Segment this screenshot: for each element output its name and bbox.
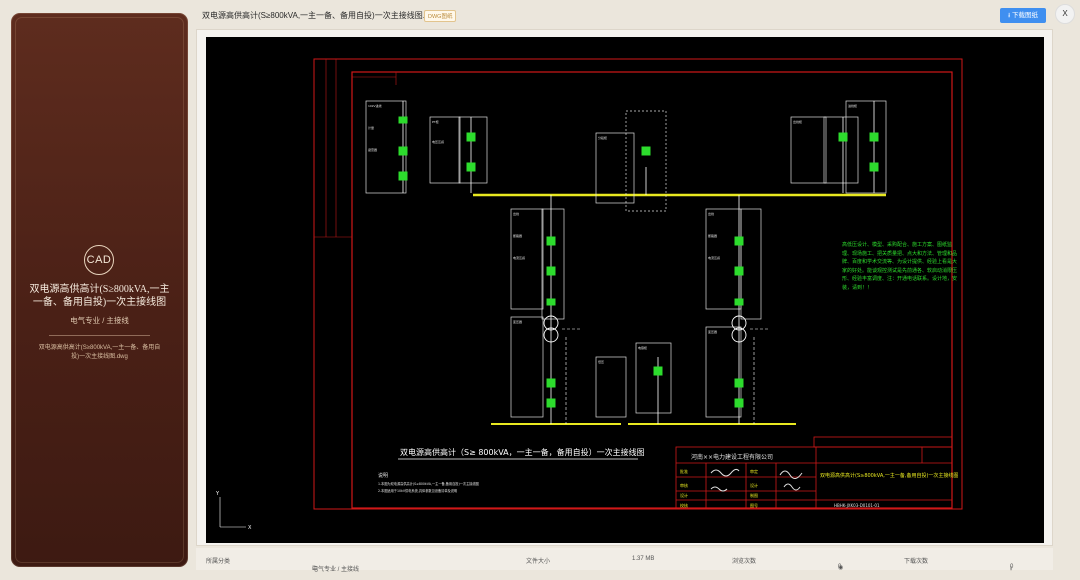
svg-text:电容柜: 电容柜 <box>638 345 647 350</box>
svg-text:分段柜: 分段柜 <box>598 135 607 140</box>
svg-text:断路器: 断路器 <box>513 233 522 238</box>
drawing-svg: 10kV进线计量避雷器 PT柜电压互感 分段柜出线柜进线柜 出线断路器电流互感 … <box>215 58 963 531</box>
company-name: 河南××电力建设工程有限公司 <box>691 453 773 461</box>
svg-text:电流互感: 电流互感 <box>513 255 525 260</box>
sidebar-filename: 双电源高供高计(S≥800kVA,一主一备、备用自投)一次主接线图.dwg <box>38 345 161 360</box>
svg-text:审定: 审定 <box>750 468 758 474</box>
format-badge: DWG图纸 <box>424 10 457 22</box>
file-status-bar: 所属分类 🗀 电气专业 / 主接线 文件大小 1.37 MB 浏览次数 ◉ 0 … <box>196 548 1053 573</box>
drawing-viewer: 10kV进线 计量 避雷器 PT柜 电压互感 分段柜 出线柜 进线柜 出线 断路器 电流互感 … <box>196 29 1053 546</box>
downloads-label: 下载次数 <box>904 559 929 565</box>
size-value: 1.37 MB <box>632 556 655 562</box>
green-notes-text: 高低压设计、模型、采购配合、施工方案、图纸监理、现场施工、把关质量把、点大和方法… <box>842 242 958 291</box>
switchgear-cabinets <box>365 100 887 418</box>
close-button[interactable]: X <box>1055 4 1075 24</box>
svg-text:变压器: 变压器 <box>513 319 522 324</box>
binding-strip <box>314 59 397 238</box>
drawing-name: 双电源高供高计(S≥800kVA,一主一备,备用自投)一次主接线图 <box>820 472 958 479</box>
share-label: 所属分类 <box>206 559 231 565</box>
notes-heading: 说明 <box>378 472 388 479</box>
svg-text:1.本图为双电源高供高计(S≥800kVA,一主一备,备用自: 1.本图为双电源高供高计(S≥800kVA,一主一备,备用自投)一次主接线图 <box>378 481 479 486</box>
drawing-number: HBHK-JXK03-D0101-01 <box>834 503 880 508</box>
svg-text:PT柜: PT柜 <box>432 119 439 124</box>
cabinet-labels: 10kV进线计量避雷器 PT柜电压互感 分段柜出线柜进线柜 出线断路器电流互感 … <box>368 103 857 364</box>
sidebar-file-title: 双电源高供高计(S≥800kVA,一主一备、备用自投)一次主接线图 <box>29 284 170 308</box>
status-category-text: 电气专业 / 主接线 <box>312 567 360 573</box>
viewer-header: 双电源高供高计(S≥800kVA,一主一备、备用自投)一次主接线图.dwg DW… <box>196 0 1080 30</box>
svg-text:低压: 低压 <box>598 359 604 364</box>
green-notes-block: 高低压设计、模型、采购配合、施工方案、图纸监理、现场施工、把关质量把、点大和方法… <box>842 242 958 291</box>
svg-text:出线: 出线 <box>708 211 714 216</box>
cad-canvas[interactable]: 10kV进线 计量 避雷器 PT柜 电压互感 分段柜 出线柜 进线柜 出线 断路器 电流互感 … <box>206 37 1044 543</box>
svg-text:设计: 设计 <box>750 482 758 488</box>
svg-text:电流互感: 电流互感 <box>708 255 720 260</box>
download-label: 下载图纸 <box>1012 12 1039 19</box>
sidebar-divider <box>49 335 150 336</box>
cad-file-icon: CAD <box>84 245 114 275</box>
download-button[interactable]: ⭳ 下载图纸 <box>1000 8 1046 23</box>
svg-text:变压器: 变压器 <box>708 329 717 334</box>
size-label: 文件大小 <box>526 559 551 565</box>
svg-text:10kV进线: 10kV进线 <box>368 103 382 108</box>
notes-lines: 1.本图为双电源高供高计(S≥800kVA,一主一备,备用自投)一次主接线图 2… <box>378 481 479 493</box>
document-title: 双电源高供高计(S≥800kVA,一主一备、备用自投)一次主接线图.dwg <box>202 11 440 20</box>
axis-x-label: X <box>248 525 252 531</box>
feeder-lines <box>402 101 875 424</box>
svg-text:避雷器: 避雷器 <box>368 147 377 152</box>
svg-text:断路器: 断路器 <box>708 233 717 238</box>
axis-y-label: Y <box>215 491 220 497</box>
svg-text:图号: 图号 <box>750 502 758 508</box>
svg-text:校核: 校核 <box>680 502 688 508</box>
svg-text:2.本图适用于10kV供电系统,具体参数见设备清单及说明: 2.本图适用于10kV供电系统,具体参数见设备清单及说明 <box>378 488 457 493</box>
svg-text:制图: 制图 <box>750 492 758 498</box>
downloads-count: 0 <box>1010 564 1014 570</box>
svg-text:进线柜: 进线柜 <box>848 103 857 108</box>
views-count: 0 <box>838 564 842 570</box>
svg-text:电压互感: 电压互感 <box>432 139 444 144</box>
ucs-axis-icon <box>219 497 246 528</box>
file-info-sidebar: CAD 双电源高供高计(S≥800kVA,一主一备、备用自投)一次主接线图 电气… <box>11 13 188 567</box>
views-label: 浏览次数 <box>732 559 757 565</box>
svg-text:出线柜: 出线柜 <box>793 119 802 124</box>
svg-text:出线: 出线 <box>513 211 519 216</box>
svg-text:设计: 设计 <box>680 492 688 498</box>
svg-text:审核: 审核 <box>680 482 688 488</box>
svg-text:批准: 批准 <box>680 468 688 474</box>
svg-text:计量: 计量 <box>368 125 374 130</box>
sidebar-category: 电气专业 / 主接线 <box>70 316 129 325</box>
drawing-main-title: 双电源高供高计（S≥ 800kVA，一主一备，备用自投）一次主接线图 <box>400 447 645 457</box>
